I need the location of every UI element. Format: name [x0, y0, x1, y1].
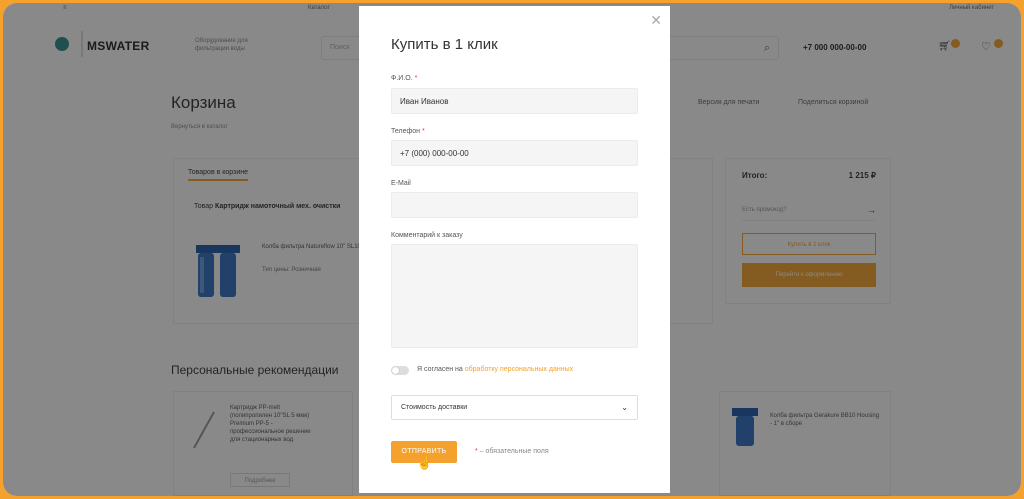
- personal-data-link[interactable]: обработку персональных данных: [465, 366, 573, 373]
- delivery-cost-select[interactable]: Стоимость доставки ⌄: [391, 395, 638, 420]
- modal-title: Купить в 1 клик: [391, 36, 498, 53]
- required-fields-note: * – обязательные поля: [475, 448, 549, 455]
- chevron-down-icon: ⌄: [621, 403, 628, 412]
- phone-label-text: Телефон: [391, 128, 421, 135]
- fio-label: Ф.И.О. *: [391, 75, 417, 82]
- pointer-cursor-icon: ☝: [417, 456, 432, 470]
- phone-label: Телефон *: [391, 128, 425, 135]
- fio-label-text: Ф.И.О.: [391, 75, 413, 82]
- required-mark: *: [475, 448, 478, 455]
- browser-frame: ≡ Каталог Личный кабинет MSWATER Оборудо…: [3, 3, 1021, 496]
- fio-field[interactable]: Иван Иванов: [391, 88, 638, 114]
- phone-field[interactable]: +7 (000) 000-00-00: [391, 140, 638, 166]
- close-icon[interactable]: ✕: [650, 12, 662, 29]
- delivery-select-label: Стоимость доставки: [401, 404, 468, 411]
- buy-one-click-modal: ✕ Купить в 1 клик Ф.И.О. * Иван Иванов Т…: [359, 6, 670, 493]
- required-mark: *: [414, 75, 418, 82]
- consent-text: Я согласен на обработку персональных дан…: [417, 366, 573, 373]
- toggle-knob: [392, 367, 399, 374]
- required-mark: *: [422, 128, 425, 135]
- consent-toggle[interactable]: [391, 366, 409, 375]
- required-note-text: – обязательные поля: [479, 448, 549, 455]
- consent-label: Я согласен на: [417, 366, 463, 373]
- comment-label: Комментарий к заказу: [391, 232, 463, 239]
- email-field[interactable]: [391, 192, 638, 218]
- comment-textarea[interactable]: [391, 244, 638, 348]
- email-label: E-Mail: [391, 180, 411, 187]
